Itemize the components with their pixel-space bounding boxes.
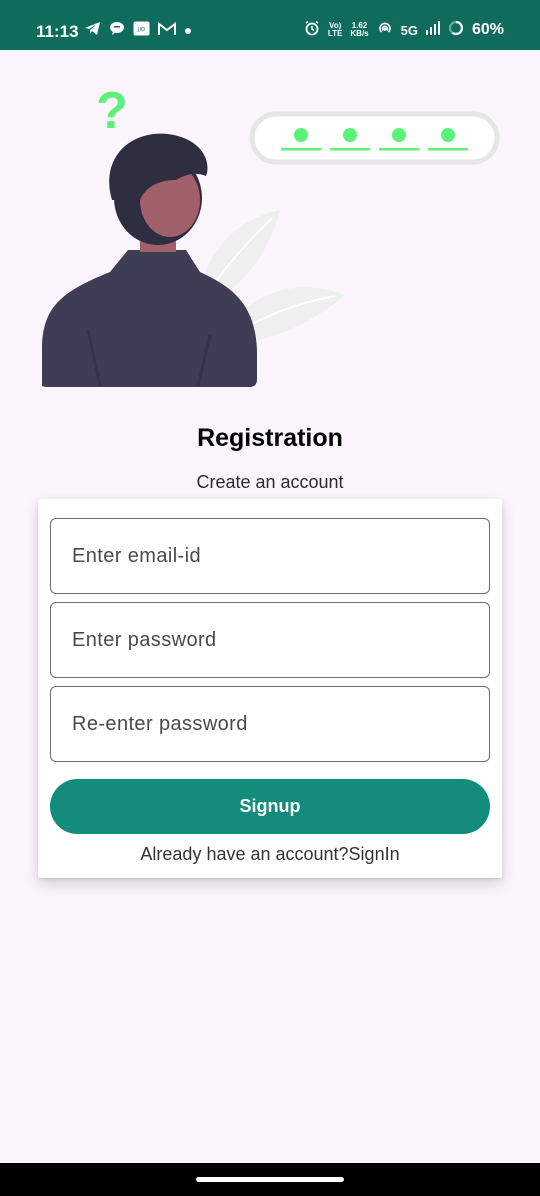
jio-app-icon: JIO — [133, 21, 150, 41]
gmail-icon — [158, 21, 176, 41]
password-input[interactable] — [72, 628, 489, 652]
status-bar: 11:13 JIO Vo) LTE 1.62 KB/s 5G 60% — [0, 0, 540, 50]
svg-text:JIO: JIO — [137, 27, 145, 33]
registration-illustration: ? — [42, 82, 500, 387]
volte-indicator: Vo) LTE — [328, 22, 343, 38]
battery-icon — [448, 20, 464, 40]
password-dot-4 — [441, 128, 455, 142]
confirm-password-input[interactable] — [72, 712, 489, 736]
alarm-icon — [304, 20, 320, 40]
password-dot-1 — [294, 128, 308, 142]
chat-icon — [109, 21, 125, 41]
system-icons: Vo) LTE 1.62 KB/s 5G 60% — [304, 20, 504, 40]
signal-icon — [425, 21, 440, 39]
status-time: 11:13 — [36, 22, 79, 41]
confirm-password-field — [50, 686, 490, 762]
question-mark: ? — [96, 82, 128, 140]
network-type: 5G — [400, 22, 418, 38]
password-dot-3 — [392, 128, 406, 142]
battery-level: 60% — [471, 21, 504, 38]
speed-unit: KB/s — [350, 29, 369, 38]
registration-card: Signup Already have an account?SignIn — [38, 499, 502, 878]
email-field — [50, 518, 490, 594]
email-input[interactable] — [72, 544, 489, 568]
password-bubble — [249, 111, 500, 165]
telegram-icon — [84, 21, 101, 41]
navigation-bar — [0, 1163, 540, 1196]
notification-icons: JIO — [84, 21, 192, 41]
password-dot-2 — [343, 128, 357, 142]
data-speed: 1.62 KB/s — [350, 22, 368, 38]
home-gesture-handle[interactable] — [196, 1177, 344, 1182]
page-subtitle: Create an account — [196, 472, 344, 492]
volte-bottom-text: LTE — [327, 29, 343, 38]
signup-button[interactable]: Signup — [50, 779, 490, 834]
page-title: Registration — [197, 424, 343, 452]
signin-link[interactable]: Already have an account?SignIn — [38, 844, 502, 865]
password-field — [50, 602, 490, 678]
hotspot-icon — [377, 20, 393, 40]
dot-icon — [184, 22, 192, 40]
